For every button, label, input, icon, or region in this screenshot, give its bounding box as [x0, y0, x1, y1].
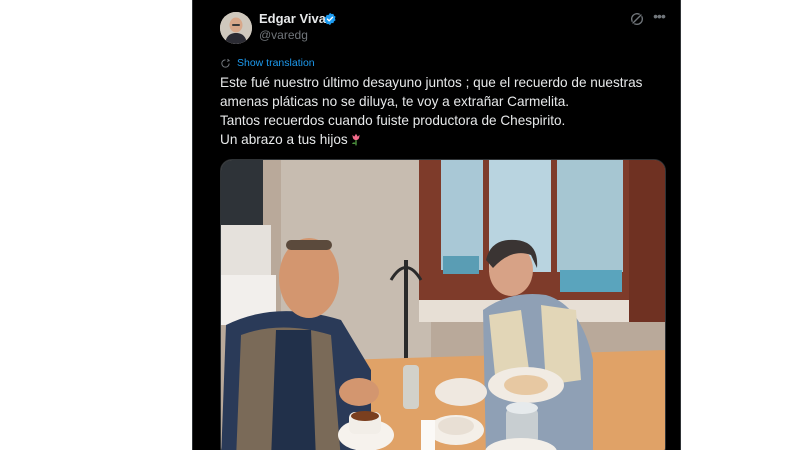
tweet-text-line-last: Un abrazo a tus hijos [220, 130, 670, 149]
author-handle[interactable]: @varedg [259, 28, 308, 43]
show-translation-label[interactable]: Show translation [237, 56, 315, 70]
tweet-text-line: amenas pláticas no se diluya, te voy a e… [220, 94, 570, 109]
avatar[interactable] [220, 12, 252, 44]
more-options-icon[interactable]: ••• [651, 8, 667, 24]
tweet-card: Edgar Vivar @varedg ••• Show translation… [192, 0, 681, 450]
tweet-text-line: Tantos recuerdos cuando fuiste productor… [220, 113, 566, 128]
show-translation-button[interactable]: Show translation [220, 56, 315, 70]
tweet-photo[interactable] [220, 159, 666, 450]
grok-icon[interactable] [629, 11, 645, 27]
author-name[interactable]: Edgar Vivar [259, 11, 331, 27]
tweet-text: Este fué nuestro último desayuno juntos … [220, 73, 670, 149]
tweet-text-line: Este fué nuestro último desayuno juntos … [220, 75, 643, 90]
verified-badge-icon [324, 12, 336, 26]
tulip-emoji-icon [351, 133, 360, 146]
tweet-text-last-segment: Un abrazo a tus hijos [220, 132, 348, 147]
translate-icon [221, 58, 231, 68]
